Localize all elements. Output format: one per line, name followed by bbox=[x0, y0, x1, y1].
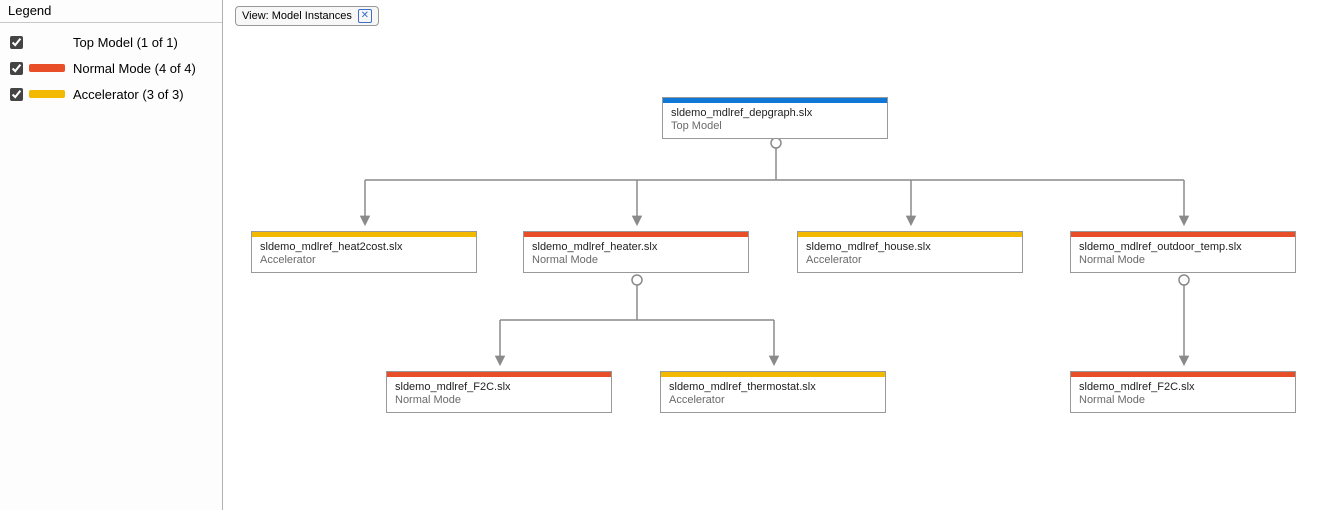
node-subtitle: Normal Mode bbox=[1079, 254, 1287, 266]
node-subtitle: Normal Mode bbox=[1079, 394, 1287, 406]
view-filter-label: View: Model Instances bbox=[242, 10, 352, 22]
legend-title: Legend bbox=[0, 0, 222, 23]
view-filter-chip[interactable]: View: Model Instances ✕ bbox=[235, 6, 379, 26]
node-subtitle: Normal Mode bbox=[395, 394, 603, 406]
node-title: sldemo_mdlref_thermostat.slx bbox=[669, 381, 877, 393]
legend-checkbox-accelerator[interactable] bbox=[10, 88, 23, 101]
node-subtitle: Normal Mode bbox=[532, 254, 740, 266]
legend-label-normal-mode: Normal Mode (4 of 4) bbox=[73, 61, 196, 76]
node-outdoor-temp[interactable]: sldemo_mdlref_outdoor_temp.slx Normal Mo… bbox=[1070, 231, 1296, 273]
node-f2c-left[interactable]: sldemo_mdlref_F2C.slx Normal Mode bbox=[386, 371, 612, 413]
legend-checkbox-normal-mode[interactable] bbox=[10, 62, 23, 75]
node-title: sldemo_mdlref_house.slx bbox=[806, 241, 1014, 253]
graph-canvas[interactable]: View: Model Instances ✕ bbox=[227, 0, 1320, 510]
node-title: sldemo_mdlref_F2C.slx bbox=[1079, 381, 1287, 393]
node-title: sldemo_mdlref_heater.slx bbox=[532, 241, 740, 253]
node-title: sldemo_mdlref_depgraph.slx bbox=[671, 107, 879, 119]
legend-panel: Legend Top Model (1 of 1) Normal Mode (4… bbox=[0, 0, 223, 510]
legend-item-top-model: Top Model (1 of 1) bbox=[6, 29, 216, 55]
node-house[interactable]: sldemo_mdlref_house.slx Accelerator bbox=[797, 231, 1023, 273]
node-thermostat[interactable]: sldemo_mdlref_thermostat.slx Accelerator bbox=[660, 371, 886, 413]
node-subtitle: Accelerator bbox=[260, 254, 468, 266]
legend-item-accelerator: Accelerator (3 of 3) bbox=[6, 81, 216, 107]
node-title: sldemo_mdlref_outdoor_temp.slx bbox=[1079, 241, 1287, 253]
node-subtitle: Accelerator bbox=[806, 254, 1014, 266]
legend-swatch-accelerator bbox=[29, 90, 65, 98]
node-title: sldemo_mdlref_F2C.slx bbox=[395, 381, 603, 393]
legend-label-accelerator: Accelerator (3 of 3) bbox=[73, 87, 184, 102]
node-f2c-right[interactable]: sldemo_mdlref_F2C.slx Normal Mode bbox=[1070, 371, 1296, 413]
node-subtitle: Accelerator bbox=[669, 394, 877, 406]
node-top-model[interactable]: sldemo_mdlref_depgraph.slx Top Model bbox=[662, 97, 888, 139]
node-subtitle: Top Model bbox=[671, 120, 879, 132]
legend-swatch-top-model bbox=[29, 38, 65, 46]
close-icon[interactable]: ✕ bbox=[358, 9, 372, 23]
node-heater[interactable]: sldemo_mdlref_heater.slx Normal Mode bbox=[523, 231, 749, 273]
legend-checkbox-top-model[interactable] bbox=[10, 36, 23, 49]
app-root: Legend Top Model (1 of 1) Normal Mode (4… bbox=[0, 0, 1320, 510]
node-heat2cost[interactable]: sldemo_mdlref_heat2cost.slx Accelerator bbox=[251, 231, 477, 273]
legend-swatch-normal-mode bbox=[29, 64, 65, 72]
legend-body: Top Model (1 of 1) Normal Mode (4 of 4) … bbox=[0, 23, 222, 113]
node-title: sldemo_mdlref_heat2cost.slx bbox=[260, 241, 468, 253]
legend-label-top-model: Top Model (1 of 1) bbox=[73, 35, 178, 50]
legend-item-normal-mode: Normal Mode (4 of 4) bbox=[6, 55, 216, 81]
